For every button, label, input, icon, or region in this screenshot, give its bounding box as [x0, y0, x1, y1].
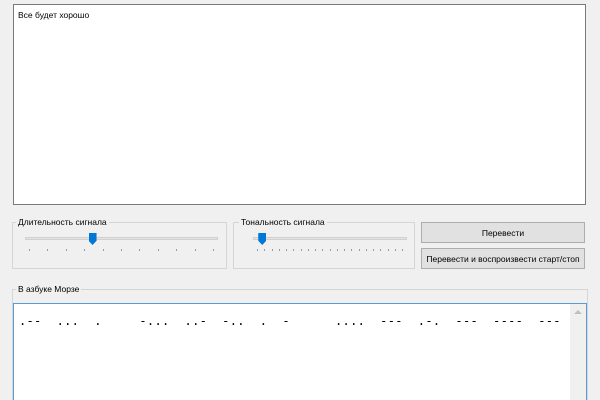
- tone-slider-tick: [271, 249, 273, 251]
- tone-slider-tick: [402, 249, 403, 251]
- duration-slider-tick: [176, 249, 178, 251]
- tone-slider-tick: [278, 249, 280, 251]
- duration-slider-tick: [102, 249, 104, 251]
- tone-group: Тональность сигнала: [233, 216, 415, 269]
- tone-slider-tick: [300, 249, 302, 251]
- tone-label: Тональность сигнала: [239, 216, 327, 228]
- duration-slider-thumb[interactable]: [88, 233, 97, 245]
- tone-slider-tick: [257, 249, 258, 251]
- tone-slider-tick: [329, 249, 331, 251]
- tone-slider-tick: [336, 249, 338, 251]
- tone-slider-track[interactable]: [253, 237, 407, 240]
- source-text-area[interactable]: Все будет хорошо: [13, 4, 586, 205]
- duration-slider-tick: [139, 249, 141, 251]
- tone-slider-tick: [380, 249, 382, 251]
- tone-slider-thumb[interactable]: [258, 233, 267, 245]
- tone-slider-tick: [293, 249, 295, 251]
- duration-slider-ticks: [29, 249, 214, 251]
- duration-slider-tick: [120, 249, 122, 251]
- morse-text: .-- ... . -... ..- -.. . - .... --- .-. …: [19, 314, 561, 328]
- duration-label: Длительность сигнала: [16, 216, 109, 228]
- tone-slider-tick: [365, 249, 367, 251]
- tone-slider-tick: [358, 249, 360, 251]
- duration-slider-tick: [157, 249, 159, 251]
- duration-slider-tick: [194, 249, 196, 251]
- morse-scrollbar[interactable]: [570, 304, 586, 400]
- duration-slider-track[interactable]: [25, 237, 218, 240]
- translate-play-button[interactable]: Перевести и воспроизвести старт/стоп: [421, 248, 585, 269]
- tone-slider-tick: [387, 249, 389, 251]
- duration-slider-tick: [212, 249, 214, 251]
- scroll-up-arrow-icon[interactable]: [574, 310, 582, 314]
- duration-slider-tick: [65, 249, 67, 251]
- morse-label: В азбуке Морзе: [16, 283, 82, 295]
- morse-output-area[interactable]: .-- ... . -... ..- -.. . - .... --- .-. …: [13, 303, 587, 400]
- tone-slider-tick: [286, 249, 287, 251]
- tone-slider-tick: [315, 249, 316, 251]
- duration-slider-tick: [84, 249, 86, 251]
- tone-slider-tick: [351, 249, 353, 251]
- tone-slider-tick: [344, 249, 345, 251]
- tone-slider-tick: [322, 249, 324, 251]
- tone-slider-ticks: [257, 249, 403, 251]
- tone-slider-tick: [264, 249, 266, 251]
- tone-slider-tick: [373, 249, 374, 251]
- tone-slider-tick: [307, 249, 309, 251]
- source-text: Все будет хорошо: [18, 10, 90, 20]
- duration-group: Длительность сигнала: [12, 216, 227, 269]
- tone-slider-tick: [394, 249, 396, 251]
- duration-slider-tick: [47, 249, 49, 251]
- translate-button[interactable]: Перевести: [421, 222, 585, 243]
- duration-slider-tick: [29, 249, 30, 251]
